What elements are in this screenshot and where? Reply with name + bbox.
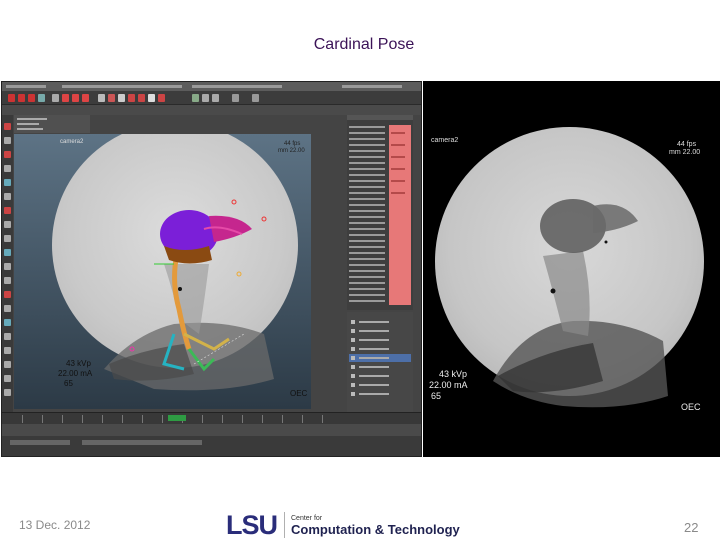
xray-oec-label: OEC [681, 402, 701, 412]
kvp-label: 43 kVp [66, 359, 91, 368]
keyed-channels [389, 125, 411, 305]
xray-frame-number: 65 [431, 391, 442, 401]
xray-camera-label: camera2 [431, 137, 459, 144]
time-slider[interactable] [2, 412, 421, 424]
xray-frame: camera2 44 fps mm 22.00 43 kVp 22.00 mA … [423, 81, 720, 457]
viewport-info-1: 44 fps [284, 141, 301, 147]
xray-ma-label: 22.00 mA [429, 380, 468, 390]
viewport-camera-label: camera2 [60, 139, 84, 145]
logo-text: Center for Computation & Technology [291, 514, 460, 537]
frame-number: 65 [64, 379, 73, 388]
bird-model [104, 199, 274, 391]
animation-software-screenshot: camera2 44 fps mm 22.00 43 kVp 22.00 mA … [1, 81, 422, 457]
ma-label: 22.00 mA [58, 369, 93, 378]
xray-info-2: mm 22.00 [669, 149, 701, 156]
oec-label: OEC [290, 389, 308, 398]
command-line[interactable] [2, 436, 421, 456]
attribute-panel [14, 115, 90, 133]
selected-layer[interactable] [349, 354, 411, 362]
lsu-wordmark: LSU [226, 509, 278, 540]
layer-editor[interactable] [347, 312, 413, 424]
toolbox [2, 115, 13, 445]
shelf-toolbar [2, 91, 421, 105]
bird-xray-silhouette [493, 199, 668, 408]
menu-bar [2, 82, 421, 91]
viewport-info-2: mm 22.00 [278, 148, 305, 154]
xray-kvp-label: 43 kVp [439, 369, 468, 379]
range-slider[interactable] [2, 424, 421, 436]
current-frame-marker[interactable] [168, 415, 186, 421]
cct-logo: LSU Center for Computation & Technology [226, 510, 460, 540]
3d-viewport[interactable]: camera2 44 fps mm 22.00 43 kVp 22.00 mA … [14, 134, 311, 409]
xray-info-1: 44 fps [677, 141, 697, 148]
logo-divider [284, 512, 285, 538]
channel-box[interactable] [347, 120, 413, 310]
slide-date: 13 Dec. 2012 [19, 518, 91, 532]
page-number: 22 [684, 520, 699, 535]
logo-big-text: Computation & Technology [291, 521, 460, 537]
secondary-toolbar [2, 105, 421, 115]
slide-title: Cardinal Pose [313, 36, 415, 53]
